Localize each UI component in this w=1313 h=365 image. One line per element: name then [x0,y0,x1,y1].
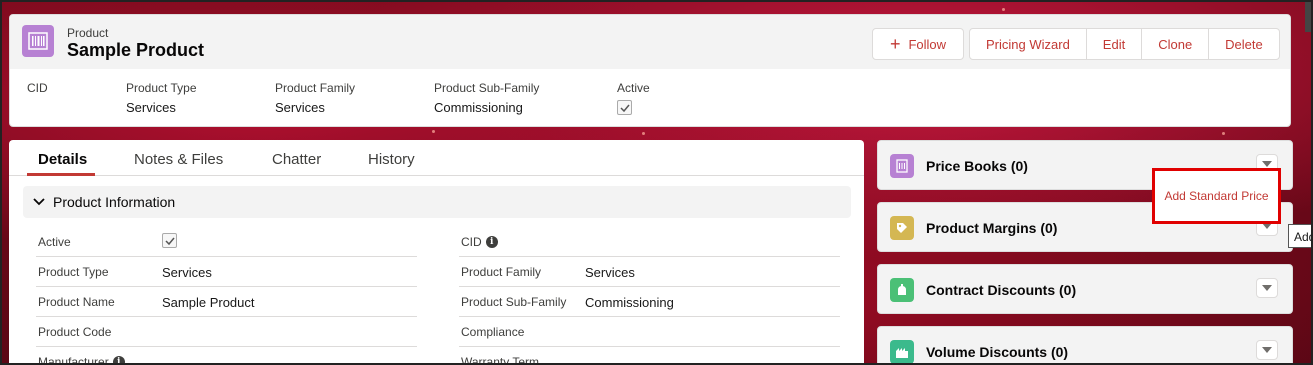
field-value: Services [275,100,325,115]
info-icon[interactable]: i [112,356,125,363]
section-title: Product Information [53,194,176,210]
price-book-icon [890,154,914,178]
follow-label: Follow [908,36,947,52]
field-row-active: Active [36,227,417,257]
menu-item-add-standard-price[interactable]: Add Standard Price [1164,189,1268,203]
contract-icon [890,278,914,302]
highlight-field-active: Active [617,81,650,116]
check-icon [619,104,630,112]
field-label: CID i [461,235,498,249]
record-title: Sample Product [67,40,205,60]
related-list-menu-button[interactable] [1256,340,1278,360]
background-sparkle [642,132,645,135]
field-row-manufacturer: Manufacturer i [36,347,417,365]
active-tab-indicator [27,173,95,176]
tab-history[interactable]: History [368,151,415,168]
delete-button[interactable]: Delete [1209,29,1279,59]
field-row-product-family: Product Family Services [459,257,840,287]
field-label: Product Family [461,265,542,279]
tab-details[interactable]: Details [38,151,87,168]
edit-button[interactable]: Edit [1087,29,1143,59]
field-row-product-name: Product Name Sample Product [36,287,417,317]
clone-button[interactable]: Clone [1142,29,1210,59]
details-panel: Details Notes & Files Chatter History Pr… [9,140,864,365]
active-checkbox [162,233,177,248]
tab-notes-files[interactable]: Notes & Files [134,151,223,168]
field-label: Product Family [275,81,356,95]
record-header: Product Sample Product + Follow Pricing … [9,14,1291,127]
field-label: Product Sub-Family [461,295,567,309]
field-label: Product Type [126,81,197,95]
check-icon [164,237,175,245]
chevron-down-icon [1262,161,1272,167]
field-value: Services [126,100,176,115]
field-label: Product Type [38,265,109,279]
field-label: Compliance [461,325,525,339]
section-header-product-information[interactable]: Product Information [23,186,851,218]
field-label: Product Name [38,295,115,309]
field-label: Product Code [38,325,112,339]
field-value: Services [162,265,212,280]
plus-icon: + [889,34,901,54]
action-button-group: Pricing Wizard Edit Clone Delete [969,28,1280,60]
app-frame: Product Sample Product + Follow Pricing … [0,0,1313,365]
margin-icon [890,216,914,240]
follow-button[interactable]: + Follow [872,28,964,60]
highlight-field-product-type: Product Type Services [126,81,197,115]
field-row-cid: CID i [459,227,840,257]
field-row-compliance: Compliance [459,317,840,347]
related-list-volume-discounts: Volume Discounts (0) [877,326,1293,363]
field-value: Sample Product [162,295,255,310]
field-label-text: Manufacturer [38,355,109,365]
tab-bar: Details Notes & Files Chatter History [9,140,864,176]
related-list-contract-discounts: Contract Discounts (0) [877,264,1293,314]
pricing-wizard-button[interactable]: Pricing Wizard [970,29,1087,59]
field-value: Services [585,265,635,280]
related-list-title[interactable]: Price Books (0) [926,158,1028,174]
field-label-text: CID [461,235,482,249]
field-value: Commissioning [434,100,523,115]
field-label: Product Sub-Family [434,81,540,95]
scrollbar-track[interactable] [1305,2,1311,32]
field-row-product-type: Product Type Services [36,257,417,287]
tooltip: Add [1288,224,1311,248]
volume-icon [890,340,914,363]
product-object-icon [22,25,54,57]
field-row-warranty-term: Warranty Term [459,347,840,365]
info-icon[interactable]: i [485,236,498,248]
field-value [617,100,650,116]
field-row-product-sub-family: Product Sub-Family Commissioning [459,287,840,317]
highlight-field-product-family: Product Family Services [275,81,355,115]
chevron-down-icon [1262,347,1272,353]
chevron-down-icon [1262,285,1272,291]
active-checkbox [617,100,632,115]
highlight-field-product-sub-family: Product Sub-Family Commissioning [434,81,539,115]
related-list-title[interactable]: Contract Discounts (0) [926,282,1076,298]
related-list-title[interactable]: Product Margins (0) [926,220,1057,236]
record-header-top: Product Sample Product + Follow Pricing … [10,15,1290,69]
tab-chatter[interactable]: Chatter [272,151,321,168]
field-label: CID [27,81,48,95]
background-sparkle [1222,132,1225,135]
related-list-title[interactable]: Volume Discounts (0) [926,344,1068,360]
highlight-field-cid: CID [27,81,48,100]
background-sparkle [432,130,435,133]
field-value: Commissioning [585,295,674,310]
field-label: Manufacturer i [38,355,125,365]
field-value [162,233,177,249]
field-row-product-code: Product Code [36,317,417,347]
related-list-menu-button[interactable] [1256,278,1278,298]
background-sparkle [1002,8,1005,11]
object-type-label: Product [67,26,109,40]
dropdown-menu: Add Standard Price [1152,168,1281,224]
field-label: Active [38,235,71,249]
field-label: Warranty Term [461,355,540,365]
field-label: Active [617,81,650,95]
chevron-down-icon [33,198,45,206]
